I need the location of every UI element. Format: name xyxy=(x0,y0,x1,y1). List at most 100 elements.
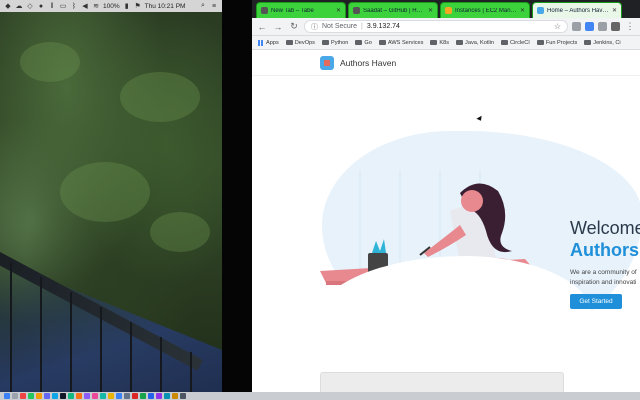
bookmark-folder[interactable]: Java, Kotlin xyxy=(456,40,494,46)
battery-icon: ▮ xyxy=(124,3,129,10)
foliage xyxy=(120,72,200,122)
menubar-clock[interactable]: Thu 10:21 PM xyxy=(145,3,186,10)
folder-icon xyxy=(285,40,293,45)
bookmark-label: DevOps xyxy=(294,39,315,46)
volume-icon[interactable]: ◀ xyxy=(81,2,89,10)
search-icon[interactable]: ⌕ xyxy=(199,2,207,10)
launchpad-icon[interactable] xyxy=(12,393,18,399)
close-icon[interactable]: ✕ xyxy=(612,7,617,14)
bookmark-apps[interactable]: Apps xyxy=(258,39,279,46)
pause-icon[interactable]: ‖ xyxy=(48,2,56,10)
bookmark-folder[interactable]: K8s xyxy=(430,40,449,46)
bookmark-folder[interactable]: AWS Services xyxy=(378,40,423,46)
bookmark-folder[interactable]: CircleCI xyxy=(500,40,530,46)
tab-label: New Tab – Tabe xyxy=(271,7,314,14)
github-icon xyxy=(353,7,360,14)
finder-icon[interactable] xyxy=(4,393,10,399)
hero-title-welcome: Welcome xyxy=(570,218,640,238)
bluetooth-icon[interactable]: ᛒ xyxy=(70,2,78,10)
tab-label: Saadat – GitHub | Heroku xyxy=(363,7,425,14)
site-brand[interactable]: Authors Haven xyxy=(340,58,396,68)
app-icon[interactable] xyxy=(116,393,122,399)
url-text[interactable]: 3.9.132.74 xyxy=(367,23,550,30)
app-icon[interactable] xyxy=(108,393,114,399)
bookmark-folder[interactable]: Jenkins, Ci xyxy=(584,39,621,46)
profile-icon[interactable] xyxy=(611,22,620,31)
bookmark-folder[interactable]: Go xyxy=(355,40,372,46)
bookmark-folder[interactable]: DevOps xyxy=(285,39,315,46)
folder-icon xyxy=(378,40,386,45)
folder-icon xyxy=(355,40,363,45)
extension-icon[interactable] xyxy=(585,22,594,31)
app-icon[interactable] xyxy=(84,393,90,399)
close-icon[interactable]: ✕ xyxy=(336,7,341,14)
app-icon[interactable] xyxy=(92,393,98,399)
app-icon[interactable] xyxy=(36,393,42,399)
bridge-baluster xyxy=(100,307,102,392)
extension-icon[interactable] xyxy=(598,22,607,31)
screen-icon[interactable]: ▭ xyxy=(59,2,67,10)
more-menu-icon[interactable]: ⋮ xyxy=(624,21,636,33)
hero-tagline-line: We are a community of xyxy=(570,269,637,276)
tab-ec2[interactable]: Instances | EC2 Management ✕ xyxy=(440,2,530,18)
authors-haven-logo-icon[interactable] xyxy=(320,55,334,70)
content-card-placeholder xyxy=(320,372,564,392)
app-icon[interactable] xyxy=(76,393,82,399)
tab-new-tab[interactable]: New Tab – Tabe ✕ xyxy=(256,2,346,18)
turtle-icon[interactable]: ● xyxy=(37,2,45,10)
wifi-icon[interactable]: ≋ xyxy=(92,2,100,10)
cloud-icon[interactable]: ☁ xyxy=(15,2,23,10)
hero-tagline-line: inspiration and innovati xyxy=(570,279,637,286)
docker-icon[interactable]: ◆ xyxy=(4,2,12,10)
foliage xyxy=(60,162,150,222)
get-started-button[interactable]: Get Started xyxy=(570,294,622,309)
app-icon[interactable] xyxy=(132,393,138,399)
security-label: Not Secure xyxy=(322,23,358,30)
hero-section: Welcome Authors We are a community of in… xyxy=(252,76,640,392)
tab-github[interactable]: Saadat – GitHub | Heroku ✕ xyxy=(348,2,438,18)
address-bar[interactable]: ⓘ Not Secure | 3.9.132.74 ☆ xyxy=(304,20,568,33)
macos-menubar: ◆ ☁ ◇ ● ‖ ▭ ᛒ ◀ ≋ 100% ▮ ⚑ Thu 10:21 PM … xyxy=(0,0,222,12)
battery-percent[interactable]: 100% xyxy=(103,3,120,10)
app-icon[interactable] xyxy=(68,393,74,399)
reload-icon[interactable]: ↻ xyxy=(288,21,300,33)
app-icon[interactable] xyxy=(156,393,162,399)
bookmarks-bar: Apps DevOps Python Go AWS Services K8s J… xyxy=(252,36,640,50)
bookmark-folder[interactable]: Python xyxy=(321,40,348,46)
site-navbar: Authors Haven xyxy=(252,50,640,76)
app-icon[interactable] xyxy=(100,393,106,399)
app-icon[interactable] xyxy=(20,393,26,399)
app-icon[interactable] xyxy=(28,393,34,399)
flag-icon[interactable]: ⚑ xyxy=(134,2,142,10)
info-icon[interactable]: ⓘ xyxy=(311,22,318,32)
close-icon[interactable]: ✕ xyxy=(428,7,433,14)
app-icon[interactable] xyxy=(148,393,154,399)
bookmark-star-icon[interactable]: ☆ xyxy=(554,22,561,31)
authors-haven-favicon-icon xyxy=(537,7,544,14)
app-icon[interactable] xyxy=(172,393,178,399)
folder-icon xyxy=(430,40,438,45)
app-icon[interactable] xyxy=(164,393,170,399)
address-separator: | xyxy=(361,23,363,30)
app-icon[interactable] xyxy=(124,393,130,399)
terminal-icon[interactable] xyxy=(60,393,66,399)
back-icon[interactable]: ← xyxy=(256,21,268,33)
dropbox-icon[interactable]: ◇ xyxy=(26,2,34,10)
forward-icon[interactable]: → xyxy=(272,21,284,33)
tab-authors-haven[interactable]: Home – Authors Haven ✕ xyxy=(532,2,622,18)
close-icon[interactable]: ✕ xyxy=(520,7,525,14)
extension-icon[interactable] xyxy=(572,22,581,31)
app-icon[interactable] xyxy=(140,393,146,399)
hero-tagline: We are a community of inspiration and in… xyxy=(570,268,637,288)
hero-title-authors: Authors xyxy=(570,240,639,260)
bridge-baluster xyxy=(40,277,42,392)
bookmark-label: Jenkins, Ci xyxy=(593,39,621,46)
bookmark-label: Fun Projects xyxy=(545,39,578,46)
bookmark-folder[interactable]: Fun Projects xyxy=(536,39,578,46)
app-icon[interactable] xyxy=(44,393,50,399)
trash-icon[interactable] xyxy=(180,393,186,399)
app-icon[interactable] xyxy=(52,393,58,399)
mouse-cursor-icon xyxy=(476,115,484,123)
bridge-baluster xyxy=(160,337,162,392)
menu-icon[interactable]: ≡ xyxy=(210,2,218,10)
